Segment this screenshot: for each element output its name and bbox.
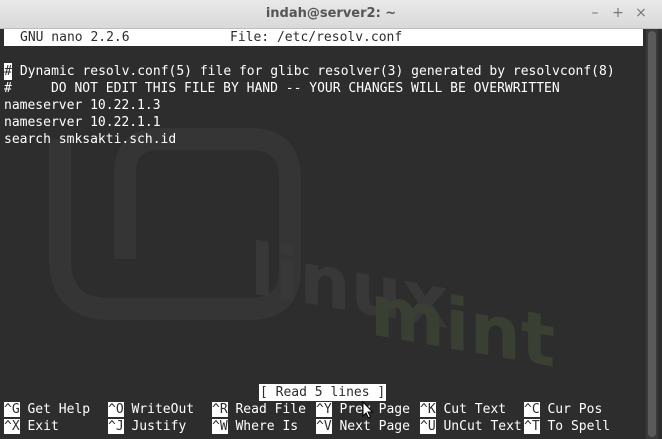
nano-header-bar: GNU nano 2.2.6 File: /etc/resolv.conf [4, 29, 643, 46]
svg-text:linux: linux [250, 228, 448, 346]
text-cursor: # [4, 63, 12, 80]
maximize-button[interactable]: + [609, 4, 627, 22]
terminal-window: indah@server2: ~ – + × linux mint GNU na… [0, 0, 662, 439]
shortcut-label: Where Is [227, 419, 299, 434]
shortcut-next-page[interactable]: ^V Next Page [316, 418, 410, 435]
terminal-scrollbar[interactable] [646, 29, 658, 439]
shortcut-cur-pos[interactable]: ^C Cur Pos [524, 401, 602, 418]
shortcut-key: ^T [524, 419, 540, 434]
shortcut-exit[interactable]: ^X Exit [4, 418, 59, 435]
window-title: indah@server2: ~ [265, 6, 397, 21]
shortcut-label: Read File [227, 402, 306, 417]
shortcut-key: ^R [212, 402, 228, 417]
terminal-area[interactable]: linux mint GNU nano 2.2.6 File: /etc/res… [0, 29, 662, 439]
editor-line-4[interactable]: nameserver 10.22.1.1 [4, 114, 161, 131]
shortcut-uncut-text[interactable]: ^U UnCut Text [420, 418, 522, 435]
shortcut-justify[interactable]: ^J Justify [108, 418, 186, 435]
scrollbar-thumb[interactable] [648, 31, 656, 437]
shortcut-key: ^O [108, 402, 124, 417]
shortcut-key: ^X [4, 419, 20, 434]
shortcut-label: Cut Text [435, 402, 507, 417]
minimize-button[interactable]: – [586, 4, 604, 22]
shortcut-key: ^Y [316, 402, 332, 417]
shortcut-key: ^G [4, 402, 20, 417]
shortcut-to-spell[interactable]: ^T To Spell [524, 418, 610, 435]
nano-version: GNU nano 2.2.6 [20, 30, 130, 45]
shortcut-get-help[interactable]: ^G Get Help [4, 401, 90, 418]
nano-filename: File: /etc/resolv.conf [230, 30, 403, 45]
shortcut-key: ^J [108, 419, 124, 434]
shortcut-label: WriteOut [123, 402, 195, 417]
shortcut-label: Get Help [19, 402, 91, 417]
shortcut-cut-text[interactable]: ^K Cut Text [420, 401, 506, 418]
shortcut-label: Next Page [331, 419, 410, 434]
editor-line-3[interactable]: nameserver 10.22.1.3 [4, 97, 161, 114]
shortcut-key: ^W [212, 419, 228, 434]
editor-line-5[interactable]: search smksakti.sch.id [4, 131, 176, 148]
shortcut-label: Exit [19, 419, 59, 434]
shortcut-key: ^K [420, 402, 436, 417]
status-message: [ Read 5 lines ] [259, 384, 387, 401]
editor-line-1-text: Dynamic resolv.conf(5) file for glibc re… [12, 64, 615, 79]
shortcut-where-is[interactable]: ^W Where Is [212, 418, 298, 435]
shortcut-label: Justify [123, 419, 187, 434]
shortcut-label: UnCut Text [435, 419, 522, 434]
shortcut-label: Cur Pos [539, 402, 603, 417]
shortcut-writeout[interactable]: ^O WriteOut [108, 401, 194, 418]
mouse-pointer-icon [362, 401, 374, 419]
shortcut-key: ^V [316, 419, 332, 434]
shortcut-key: ^C [524, 402, 540, 417]
editor-line-1[interactable]: # Dynamic resolv.conf(5) file for glibc … [4, 63, 615, 80]
editor-line-2[interactable]: # DO NOT EDIT THIS FILE BY HAND -- YOUR … [4, 80, 560, 97]
title-bar[interactable]: indah@server2: ~ – + × [0, 0, 662, 29]
shortcut-key: ^U [420, 419, 436, 434]
shortcut-label: To Spell [539, 419, 611, 434]
shortcut-read-file[interactable]: ^R Read File [212, 401, 306, 418]
svg-text:mint: mint [370, 269, 555, 385]
close-button[interactable]: × [632, 4, 650, 22]
